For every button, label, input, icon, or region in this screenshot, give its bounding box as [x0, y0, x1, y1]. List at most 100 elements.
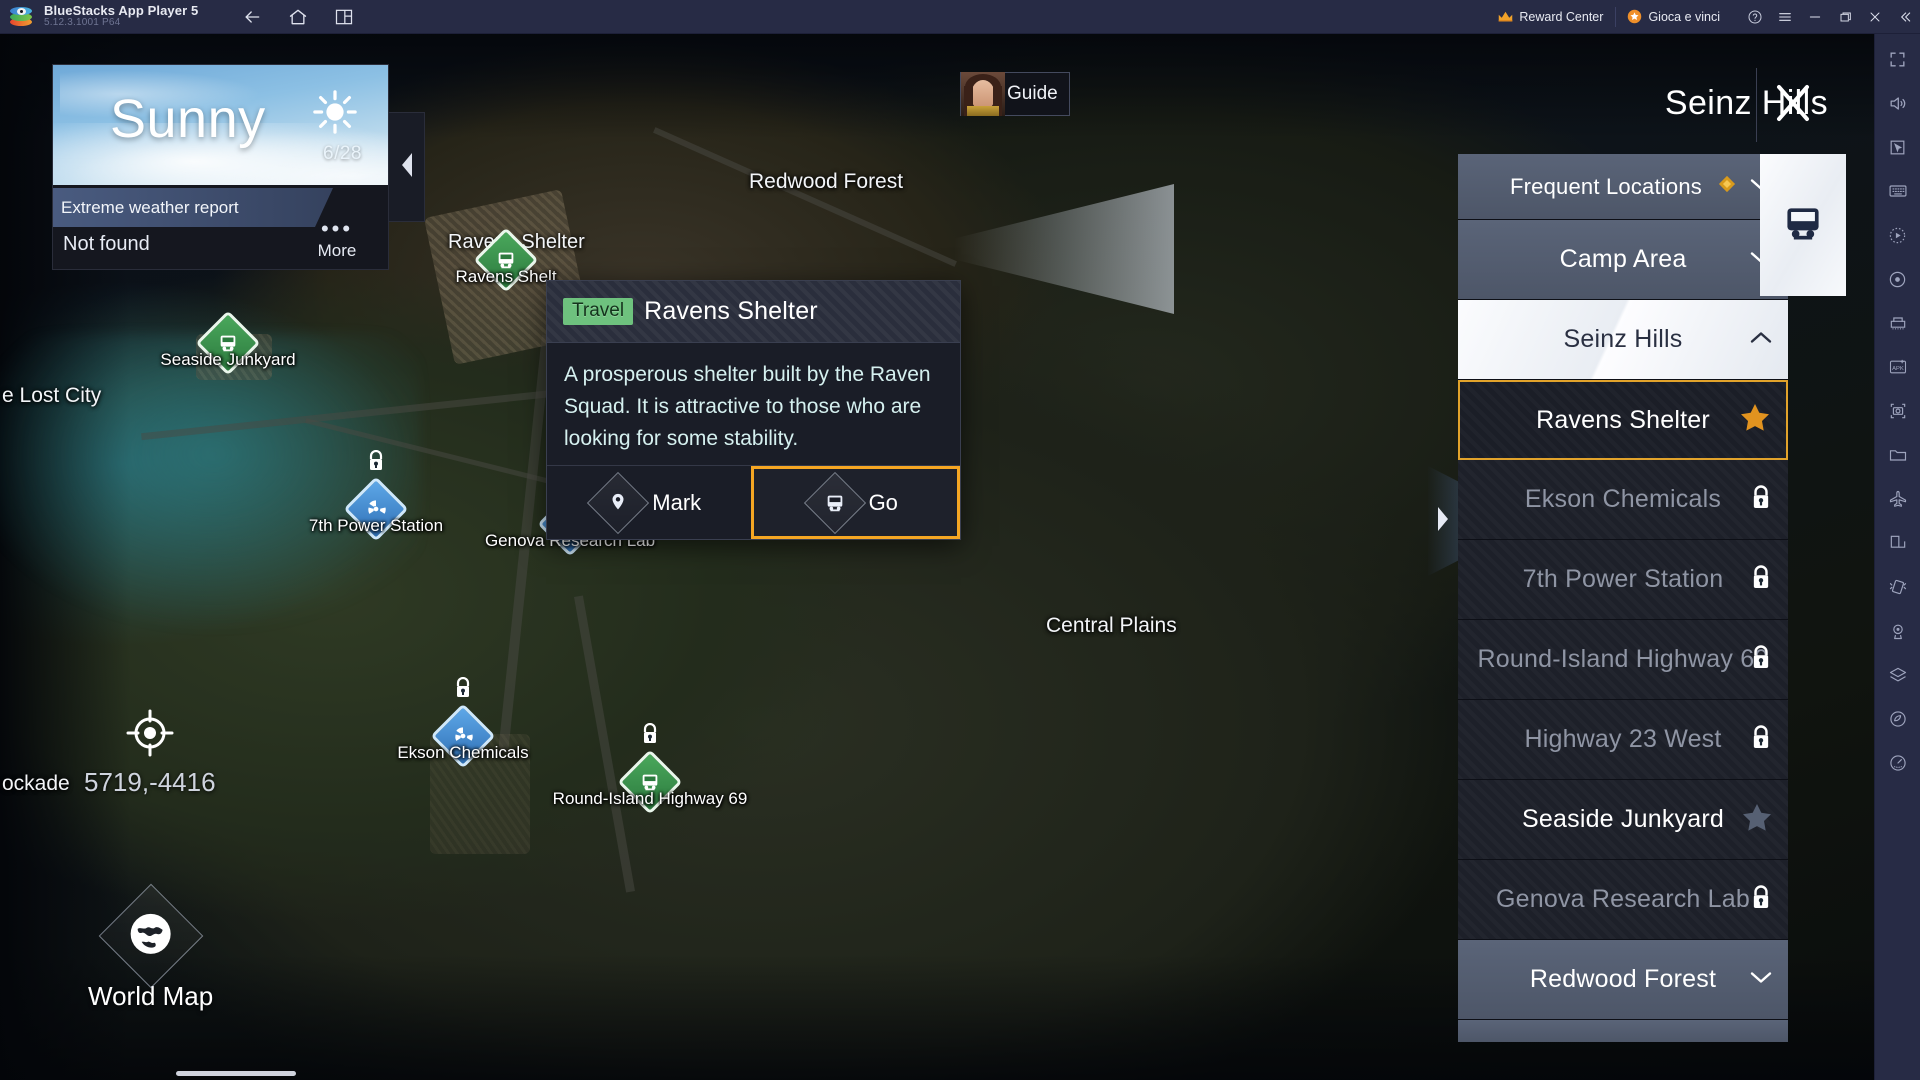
group-row-partial[interactable] [1458, 1020, 1788, 1042]
group-label: Redwood Forest [1529, 965, 1717, 993]
gamepad-controls-icon[interactable] [1882, 308, 1914, 338]
lock-icon [1750, 564, 1772, 595]
location-label: Genova Research Lab [1496, 885, 1750, 913]
map-marker-ekson-chemicals[interactable]: Ekson Chemicals [397, 676, 529, 769]
shake-icon[interactable] [1882, 572, 1914, 602]
group-row-redwood-forest[interactable]: Redwood Forest [1458, 940, 1788, 1020]
weather-status: Not found [63, 233, 150, 255]
group-row-camp-area[interactable]: Camp Area [1458, 220, 1788, 300]
group-row-seinz-hills[interactable]: Seinz Hills [1458, 300, 1788, 380]
map-marker-label: Ravens Shelt [455, 267, 557, 286]
group-row-frequent-locations[interactable]: Frequent Locations [1458, 154, 1788, 220]
cursor-icon[interactable] [1882, 132, 1914, 162]
chevron-down-icon [1750, 970, 1772, 989]
map-marker-round-island-highway-69[interactable]: Round-Island Highway 69 [553, 722, 747, 815]
more-dots-icon: ••• [320, 216, 354, 241]
guide-button[interactable]: Guide [960, 72, 1070, 116]
gioca-e-vinci-button[interactable]: Gioca e vinci [1615, 0, 1732, 34]
star-outline-icon[interactable] [1742, 803, 1772, 837]
extreme-weather-report-bar: Extreme weather report [53, 188, 333, 227]
map-area-label: e Lost City [2, 384, 102, 407]
location-item-seaside-junkyard[interactable]: Seaside Junkyard [1458, 780, 1788, 860]
popup-type-tag: Travel [563, 298, 634, 325]
group-label: Seinz Hills [1563, 325, 1683, 353]
window-controls [1740, 0, 1920, 34]
map-marker-label: Ekson Chemicals [397, 743, 529, 762]
map-marker-label: Seaside Junkyard [160, 350, 296, 369]
mark-button-label: Mark [652, 489, 702, 515]
lock-icon [1750, 644, 1772, 675]
lock-icon [366, 449, 386, 472]
app-version: 5.12.3.1001 P64 [44, 17, 121, 29]
screenshot-icon[interactable] [1882, 396, 1914, 426]
map-area-label: Central Plains [1046, 614, 1177, 637]
world-map-button[interactable]: World Map [88, 883, 213, 1012]
diamond-gem-icon [1718, 175, 1736, 198]
app-title: BlueStacks App Player 5 [44, 3, 199, 19]
star-filled-icon[interactable] [1740, 403, 1770, 437]
lock-icon [1750, 484, 1772, 515]
popup-header: Travel Ravens Shelter [547, 281, 960, 343]
volume-icon[interactable] [1882, 88, 1914, 118]
map-pin-icon [587, 471, 650, 534]
location-item-round-island-highway-69[interactable]: Round-Island Highway 69 [1458, 620, 1788, 700]
crosshair-icon[interactable] [125, 709, 175, 762]
go-button-label: Go [868, 489, 898, 515]
help-icon[interactable] [1740, 0, 1770, 34]
location-icon[interactable] [1882, 616, 1914, 646]
performance-icon[interactable] [1882, 748, 1914, 778]
rotate-screen-icon[interactable] [1882, 528, 1914, 558]
mark-button[interactable]: Mark [547, 466, 751, 539]
weather-collapse-button[interactable] [389, 112, 425, 222]
panel-header: Seinz Hills [1068, 68, 1828, 138]
panel-collapse-button[interactable] [1428, 466, 1458, 576]
bluestacks-titlebar: BlueStacks App Player 5 5.12.3.1001 P64 [0, 0, 1920, 34]
coordinate-value: 5719,-4416 [84, 767, 216, 797]
go-button[interactable]: Go [750, 466, 960, 539]
map-marker-seaside-junkyard[interactable]: Seaside Junkyard [160, 310, 296, 376]
keyboard-icon[interactable] [1882, 176, 1914, 206]
close-icon[interactable] [1860, 0, 1890, 34]
menu-icon[interactable] [1770, 0, 1800, 34]
collapse-icon[interactable] [1890, 0, 1920, 34]
bottom-scrollbar[interactable] [176, 1071, 296, 1076]
location-item-highway-23-west[interactable]: Highway 23 West [1458, 700, 1788, 780]
close-panel-button[interactable] [1756, 68, 1828, 142]
location-item-7th-power-station[interactable]: 7th Power Station [1458, 540, 1788, 620]
crown-icon [1498, 11, 1513, 23]
record-screen-icon[interactable] [1882, 264, 1914, 294]
travel-tab-button[interactable] [1760, 154, 1846, 296]
weather-more-button[interactable]: ••• More [304, 216, 370, 261]
popup-action-bar: Mark Go [547, 465, 960, 539]
location-detail-popup: Travel Ravens Shelter A prosperous shelt… [546, 280, 961, 540]
airplane-mode-icon[interactable] [1882, 484, 1914, 514]
location-item-ravens-shelter[interactable]: Ravens Shelter [1458, 380, 1788, 460]
eco-mode-icon[interactable] [1882, 704, 1914, 734]
location-label: Ravens Shelter [1536, 405, 1710, 434]
chevron-right-icon [1435, 506, 1451, 537]
map-marker-ravens-shelter[interactable]: Ravens Shelt [455, 227, 557, 293]
multi-instance-icon[interactable] [334, 7, 354, 27]
macro-record-icon[interactable] [1882, 220, 1914, 250]
location-label: Seaside Junkyard [1522, 805, 1724, 833]
home-icon[interactable] [288, 7, 308, 27]
location-label: Ekson Chemicals [1524, 485, 1722, 513]
popup-description: A prosperous shelter built by the Raven … [564, 363, 931, 450]
close-icon [1771, 81, 1815, 130]
reward-center-button[interactable]: Reward Center [1486, 0, 1615, 34]
map-marker-7th-power-station[interactable]: 7th Power Station [309, 449, 443, 542]
location-item-ekson-chemicals[interactable]: Ekson Chemicals [1458, 460, 1788, 540]
layers-icon[interactable] [1882, 660, 1914, 690]
install-apk-icon[interactable]: APK [1882, 352, 1914, 382]
fullscreen-icon[interactable] [1882, 44, 1914, 74]
minimize-icon[interactable] [1800, 0, 1830, 34]
location-item-genova-research-lab[interactable]: Genova Research Lab [1458, 860, 1788, 940]
map-area-label: ockade [2, 772, 70, 795]
titlebar-right-group: Reward Center Gioca e vinci [1486, 0, 1920, 34]
back-icon[interactable] [242, 7, 262, 27]
media-folder-icon[interactable] [1882, 440, 1914, 470]
lock-icon [453, 676, 473, 699]
weather-date: 6/28 [323, 143, 362, 164]
maximize-icon[interactable] [1830, 0, 1860, 34]
globe-icon [129, 912, 173, 961]
